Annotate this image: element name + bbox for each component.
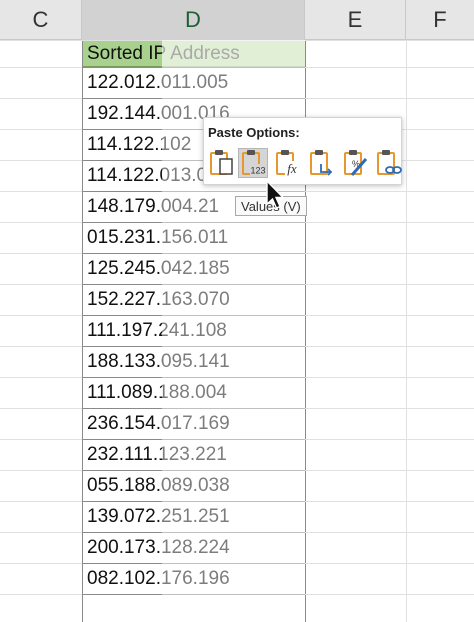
formulas-badge: fx [287,161,297,176]
paste-link-button[interactable] [373,148,403,178]
column-header-label: D [185,7,201,32]
paste-formatting-icon: % [344,150,368,176]
column-header-label: C [32,7,49,32]
column-gridline [82,40,83,622]
column-header-label: F [433,7,447,32]
paste-formulas-button[interactable]: fx [272,148,302,178]
paste-formatting-button[interactable]: % [340,148,370,178]
paste-icon [210,150,233,175]
paste-formulas-icon: fx [276,150,300,176]
column-header-e[interactable]: E [305,0,406,40]
column-gridline [406,40,407,622]
column-header-bar: C D E F [0,0,474,40]
column-header-label: E [347,7,363,32]
mouse-pointer-icon [266,180,285,209]
paste-options-title: Paste Options: [208,125,300,140]
column-header-d[interactable]: D [82,0,305,40]
paste-values-icon: 123 [242,150,266,176]
paste-transpose-icon [310,150,333,176]
paste-transpose-button[interactable] [306,148,336,178]
values-badge: 123 [250,166,265,176]
column-header-c[interactable]: C [0,0,82,40]
paste-link-icon [377,150,402,175]
paste-options-popup: Paste Options: 123 fx % [203,117,402,185]
paste-button[interactable] [206,148,236,178]
paste-values-button[interactable]: 123 [238,148,268,178]
column-header-f[interactable]: F [406,0,474,40]
